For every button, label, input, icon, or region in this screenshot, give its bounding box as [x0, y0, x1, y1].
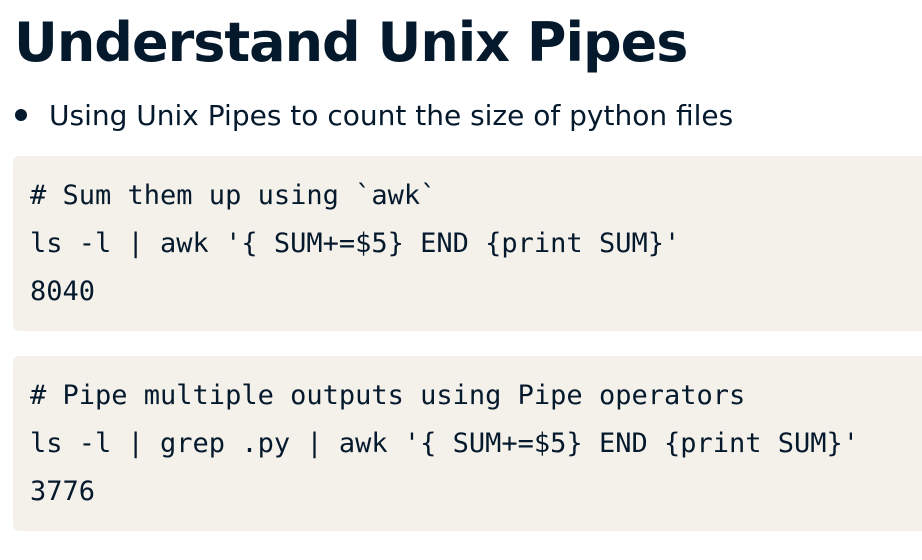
code-output: 8040: [30, 276, 96, 307]
code-comment: # Pipe multiple outputs using Pipe opera…: [30, 380, 746, 411]
slide-title: Understand Unix Pipes: [14, 11, 688, 74]
bullet-dot-icon: [15, 109, 27, 121]
code-command: ls -l | grep .py | awk '{ SUM+=$5} END {…: [30, 428, 860, 459]
code-output: 3776: [30, 476, 96, 507]
code-block-awk-sum: # Sum them up using `awk` ls -l | awk '{…: [13, 156, 922, 331]
bullet-item: Using Unix Pipes to count the size of py…: [14, 92, 733, 138]
code-comment: # Sum them up using `awk`: [30, 180, 437, 211]
code-command: ls -l | awk '{ SUM+=$5} END {print SUM}': [30, 228, 681, 259]
bullet-text: Using Unix Pipes to count the size of py…: [49, 98, 734, 132]
code-block-pipe-grep: # Pipe multiple outputs using Pipe opera…: [13, 356, 922, 531]
